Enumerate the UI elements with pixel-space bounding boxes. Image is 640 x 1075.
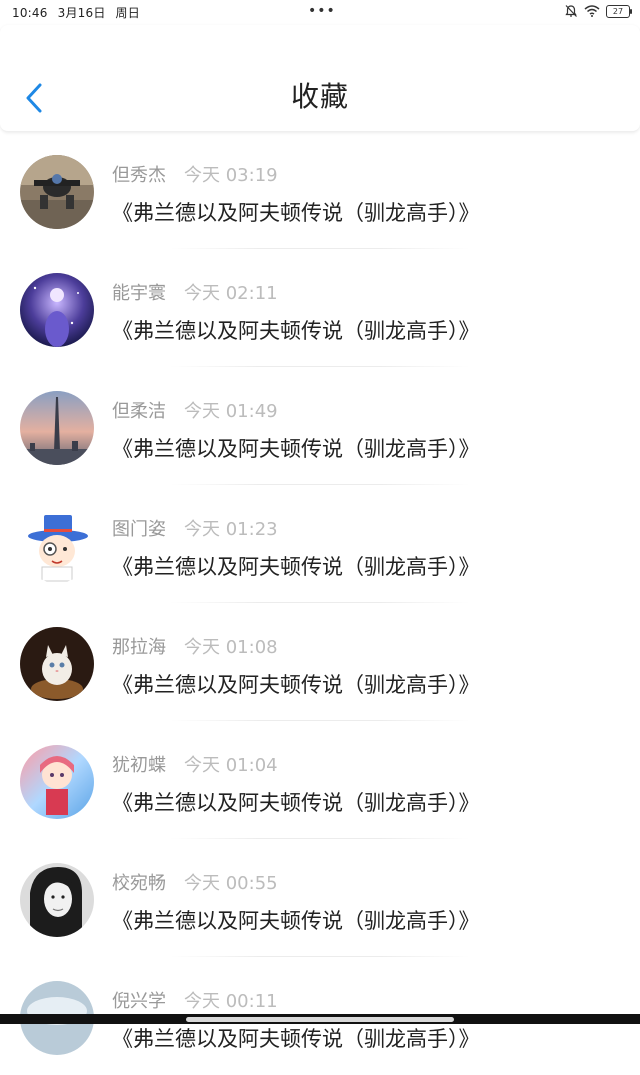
author-name: 但秀杰 — [112, 165, 166, 186]
item-meta: 但秀杰 今天 03:19 — [112, 161, 278, 187]
wifi-icon — [584, 5, 600, 17]
favorites-list: 但秀杰 今天 03:19 《弗兰德以及阿夫顿传说（驯龙高手）》 能宇寰 今天 0… — [0, 131, 640, 1075]
item-meta: 犹初蝶 今天 01:04 — [112, 751, 278, 777]
more-dots-icon[interactable]: ••• — [308, 3, 336, 19]
author-name: 图门姿 — [112, 519, 166, 540]
item-meta: 图门姿 今天 01:23 — [112, 515, 278, 541]
item-title[interactable]: 《弗兰德以及阿夫顿传说（驯龙高手）》 — [112, 1023, 480, 1053]
avatar[interactable] — [20, 273, 94, 347]
list-item[interactable]: 那拉海 今天 01:08 《弗兰德以及阿夫顿传说（驯龙高手）》 — [0, 603, 640, 721]
page-title: 收藏 — [290, 80, 349, 113]
list-item[interactable]: 能宇寰 今天 02:11 《弗兰德以及阿夫顿传说（驯龙高手）》 — [0, 249, 640, 367]
battery-level: 27 — [612, 6, 624, 16]
item-meta: 那拉海 今天 01:08 — [112, 633, 278, 659]
status-bar: 10:46 3月16日 周日 ••• 27 — [0, 0, 640, 24]
item-time: 今天 01:08 — [184, 637, 278, 658]
item-title[interactable]: 《弗兰德以及阿夫顿传说（驯龙高手）》 — [112, 551, 480, 581]
home-indicator[interactable] — [186, 1017, 454, 1022]
author-name: 犹初蝶 — [112, 755, 166, 776]
item-title[interactable]: 《弗兰德以及阿夫顿传说（驯龙高手）》 — [112, 197, 480, 227]
status-date: 3月16日 — [57, 6, 106, 20]
list-item[interactable]: 但柔洁 今天 01:49 《弗兰德以及阿夫顿传说（驯龙高手）》 — [0, 367, 640, 485]
navigation-bar — [0, 1014, 640, 1024]
item-time: 今天 00:55 — [184, 873, 278, 894]
author-name: 但柔洁 — [112, 401, 166, 422]
author-name: 倪兴学 — [112, 991, 166, 1012]
item-time: 今天 03:19 — [184, 165, 278, 186]
list-item[interactable]: 犹初蝶 今天 01:04 《弗兰德以及阿夫顿传说（驯龙高手）》 — [0, 721, 640, 839]
list-item[interactable]: 图门姿 今天 01:23 《弗兰德以及阿夫顿传说（驯龙高手）》 — [0, 485, 640, 603]
status-time: 10:46 — [12, 6, 48, 20]
item-title[interactable]: 《弗兰德以及阿夫顿传说（驯龙高手）》 — [112, 787, 480, 817]
avatar[interactable] — [20, 627, 94, 701]
item-title[interactable]: 《弗兰德以及阿夫顿传说（驯龙高手）》 — [112, 315, 480, 345]
avatar[interactable] — [20, 745, 94, 819]
author-name: 校宛畅 — [112, 873, 166, 894]
author-name: 能宇寰 — [112, 283, 166, 304]
avatar[interactable] — [20, 391, 94, 465]
item-time: 今天 02:11 — [184, 283, 278, 304]
avatar[interactable] — [20, 863, 94, 937]
item-time: 今天 01:23 — [184, 519, 278, 540]
avatar[interactable] — [20, 509, 94, 583]
battery-icon: 27 — [606, 4, 632, 18]
item-meta: 但柔洁 今天 01:49 — [112, 397, 278, 423]
author-name: 那拉海 — [112, 637, 166, 658]
item-meta: 倪兴学 今天 00:11 — [112, 987, 278, 1013]
list-item[interactable]: 校宛畅 今天 00:55 《弗兰德以及阿夫顿传说（驯龙高手）》 — [0, 839, 640, 957]
status-icons: 27 — [564, 4, 632, 18]
item-meta: 校宛畅 今天 00:55 — [112, 869, 278, 895]
list-item[interactable]: 但秀杰 今天 03:19 《弗兰德以及阿夫顿传说（驯龙高手）》 — [0, 131, 640, 249]
item-time: 今天 00:11 — [184, 991, 278, 1012]
bell-off-icon — [565, 5, 577, 17]
status-datetime: 10:46 3月16日 周日 — [12, 4, 146, 21]
item-title[interactable]: 《弗兰德以及阿夫顿传说（驯龙高手）》 — [112, 433, 480, 463]
item-time: 今天 01:49 — [184, 401, 278, 422]
status-weekday: 周日 — [115, 6, 140, 20]
avatar[interactable] — [20, 155, 94, 229]
item-title[interactable]: 《弗兰德以及阿夫顿传说（驯龙高手）》 — [112, 905, 480, 935]
item-meta: 能宇寰 今天 02:11 — [112, 279, 278, 305]
item-time: 今天 01:04 — [184, 755, 278, 776]
header: 收藏 — [0, 25, 640, 132]
item-title[interactable]: 《弗兰德以及阿夫顿传说（驯龙高手）》 — [112, 669, 480, 699]
